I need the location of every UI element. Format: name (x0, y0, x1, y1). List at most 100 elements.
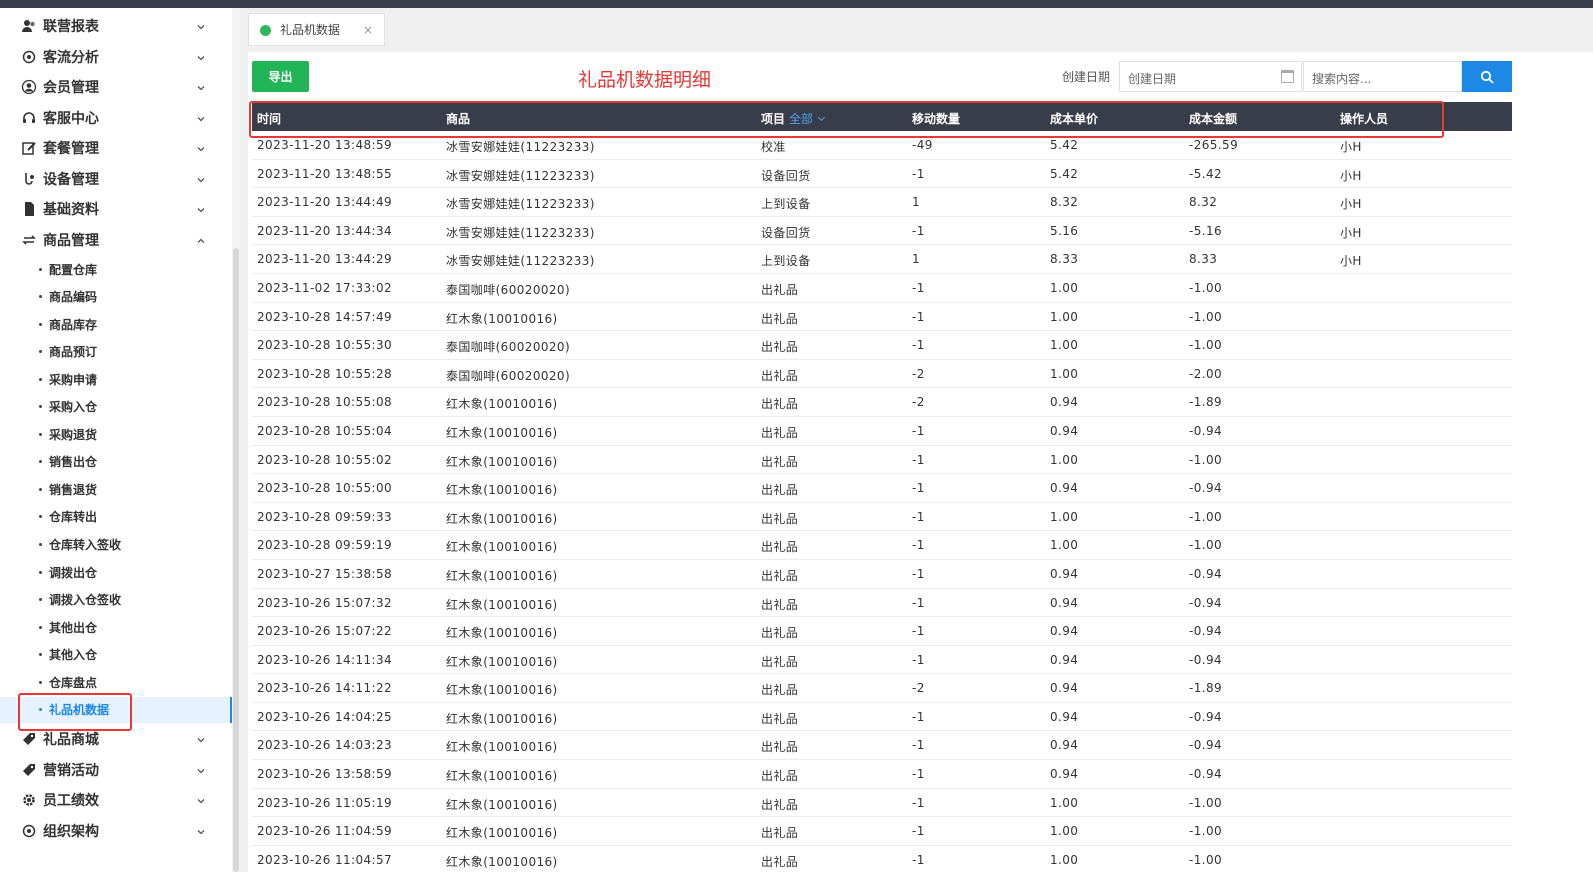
tab-gift-machine-data[interactable]: 礼品机数据 × (248, 13, 385, 46)
table-row[interactable]: 2023-10-26 14:11:34 红木象(10010016) 出礼品 -1 0.9… (252, 646, 1512, 675)
bullet-icon (39, 295, 42, 299)
cell-operator: 小H (1340, 225, 1362, 240)
sidebar-group[interactable]: 营销活动 (0, 755, 232, 785)
cell-time: 2023-10-26 11:05:19 (257, 795, 393, 810)
cell-time: 2023-11-20 13:48:59 (257, 138, 393, 152)
table-row[interactable]: 2023-10-28 10:55:04 红木象(10010016) 出礼品 -1 0.9… (252, 417, 1512, 446)
table-row[interactable]: 2023-10-28 10:55:28 泰国咖啡(60020020) 出礼品 -2 1.… (252, 360, 1512, 389)
search-button[interactable] (1462, 61, 1512, 92)
sidebar-group[interactable]: 联营报表 (0, 11, 232, 41)
sidebar-sub-item[interactable]: 调拨出仓 (0, 559, 232, 585)
table-row[interactable]: 2023-10-26 15:07:32 红木象(10010016) 出礼品 -1 0.9… (252, 589, 1512, 618)
export-button[interactable]: 导出 (252, 61, 309, 92)
table-row[interactable]: 2023-10-26 14:04:25 红木象(10010016) 出礼品 -1 0.9… (252, 703, 1512, 732)
sidebar: 联营报表 客流分析 会员管理 客服中心 套餐管理 设备管理 基础资料 商品管理 … (0, 8, 232, 872)
table-row[interactable]: 2023-10-28 14:57:49 红木象(10010016) 出礼品 -1 1.0… (252, 303, 1512, 332)
sidebar-sub-item[interactable]: 采购退货 (0, 421, 232, 447)
table-row[interactable]: 2023-10-26 11:04:57 红木象(10010016) 出礼品 -1 1.0… (252, 846, 1512, 872)
table-row[interactable]: 2023-11-20 13:48:59 冰雪安娜娃娃(11223233) 校准 -49… (252, 131, 1512, 160)
sidebar-sub-item[interactable]: 商品库存 (0, 311, 232, 337)
cell-unit-cost: 0.94 (1050, 652, 1079, 667)
table-row[interactable]: 2023-10-27 15:38:58 红木象(10010016) 出礼品 -1 0.9… (252, 560, 1512, 589)
sidebar-sub-item[interactable]: 其他入仓 (0, 642, 232, 668)
table-row[interactable]: 2023-10-28 09:59:33 红木象(10010016) 出礼品 -1 1.0… (252, 503, 1512, 532)
sidebar-sub-item[interactable]: 商品编码 (0, 284, 232, 310)
date-field[interactable]: 创建日期 (1119, 61, 1302, 92)
sidebar-group[interactable]: 设备管理 (0, 164, 232, 194)
cell-total-cost: -265.59 (1189, 138, 1239, 152)
bullet-icon (39, 680, 42, 684)
cell-product: 冰雪安娜娃娃(11223233) (446, 168, 595, 183)
table-row[interactable]: 2023-11-20 13:44:29 冰雪安娜娃娃(11223233) 上到设备 1… (252, 245, 1512, 274)
search-input[interactable]: 搜索内容... (1303, 61, 1462, 92)
sidebar-sub-item[interactable]: 调拨入仓签收 (0, 587, 232, 613)
sidebar-sub-item[interactable]: 配置仓库 (0, 256, 232, 282)
sidebar-sub-item[interactable]: 礼品机数据 (0, 696, 232, 723)
column-header-product[interactable]: 商品 (446, 110, 470, 127)
date-filter-label: 创建日期 (1062, 70, 1111, 84)
table-row[interactable]: 2023-10-26 11:04:59 红木象(10010016) 出礼品 -1 1.0… (252, 817, 1512, 846)
table-row[interactable]: 2023-11-20 13:48:55 冰雪安娜娃娃(11223233) 设备回货 -… (252, 160, 1512, 189)
sidebar-sub-item[interactable]: 仓库转入签收 (0, 532, 232, 558)
table-row[interactable]: 2023-10-28 10:55:00 红木象(10010016) 出礼品 -1 0.9… (252, 474, 1512, 503)
tag-icon (21, 762, 37, 778)
sidebar-group[interactable]: 会员管理 (0, 72, 232, 102)
cell-product: 红木象(10010016) (446, 425, 558, 440)
sidebar-sub-item[interactable]: 商品预订 (0, 339, 232, 365)
cell-product: 红木象(10010016) (446, 511, 558, 526)
cell-project: 出礼品 (761, 797, 799, 812)
sidebar-scrollbar[interactable] (232, 8, 240, 872)
column-header-project[interactable]: 项目 全部 (761, 110, 826, 127)
chevron-down-icon[interactable] (817, 113, 826, 122)
sidebar-sub-item[interactable]: 仓库转出 (0, 504, 232, 530)
close-icon[interactable]: × (363, 23, 373, 37)
cell-total-cost: -1.00 (1189, 338, 1223, 353)
sidebar-sub-item[interactable]: 采购入仓 (0, 394, 232, 420)
sidebar-sub-item[interactable]: 采购申请 (0, 366, 232, 392)
cell-unit-cost: 1.00 (1050, 338, 1079, 353)
swap-icon (21, 232, 37, 248)
table-row[interactable]: 2023-10-26 13:58:59 红木象(10010016) 出礼品 -1 0.9… (252, 760, 1512, 789)
table-row[interactable]: 2023-10-26 11:05:19 红木象(10010016) 出礼品 -1 1.0… (252, 789, 1512, 818)
cell-product: 红木象(10010016) (446, 568, 558, 583)
bullet-icon (39, 515, 42, 519)
column-header-total-cost[interactable]: 成本金额 (1189, 110, 1237, 127)
sidebar-group[interactable]: 基础资料 (0, 194, 232, 224)
sidebar-group[interactable]: 员工绩效 (0, 785, 232, 815)
table-row[interactable]: 2023-10-28 10:55:30 泰国咖啡(60020020) 出礼品 -1 1.… (252, 331, 1512, 360)
sidebar-group[interactable]: 商品管理 (0, 225, 232, 255)
scroll-thumb[interactable] (233, 248, 239, 872)
project-filter-dropdown[interactable]: 全部 (789, 112, 813, 126)
table-row[interactable]: 2023-10-28 10:55:02 红木象(10010016) 出礼品 -1 1.0… (252, 446, 1512, 475)
sidebar-sub-item[interactable]: 销售出仓 (0, 449, 232, 475)
sidebar-group[interactable]: 礼品商城 (0, 724, 232, 754)
table-row[interactable]: 2023-11-02 17:33:02 泰国咖啡(60020020) 出礼品 -1 1.… (252, 274, 1512, 303)
bullet-icon (39, 543, 42, 546)
sidebar-group[interactable]: 客服中心 (0, 103, 232, 133)
table-row[interactable]: 2023-11-20 13:44:49 冰雪安娜娃娃(11223233) 上到设备 1… (252, 188, 1512, 217)
sidebar-sub-item[interactable]: 其他出仓 (0, 614, 232, 640)
sidebar-sub-item[interactable]: 销售退货 (0, 476, 232, 502)
sidebar-group-label: 联营报表 (43, 19, 99, 35)
table-row[interactable]: 2023-10-26 15:07:22 红木象(10010016) 出礼品 -1 0.9… (252, 617, 1512, 646)
cell-quantity: -1 (912, 709, 925, 724)
tab-status-dot (260, 25, 271, 36)
bullet-icon (39, 653, 42, 657)
column-header-time[interactable]: 时间 (257, 110, 281, 127)
chevron-down-icon (196, 204, 206, 214)
sidebar-sub-item-label: 采购入仓 (49, 400, 98, 415)
sidebar-group[interactable]: 套餐管理 (0, 133, 232, 163)
bullet-icon (39, 322, 42, 326)
sidebar-sub-item[interactable]: 仓库盘点 (0, 669, 232, 695)
column-header-quantity[interactable]: 移动数量 (912, 110, 960, 127)
table-row[interactable]: 2023-10-28 10:55:08 红木象(10010016) 出礼品 -2 0.9… (252, 388, 1512, 417)
table-row[interactable]: 2023-11-20 13:44:34 冰雪安娜娃娃(11223233) 设备回货 -… (252, 217, 1512, 246)
table-row[interactable]: 2023-10-26 14:11:22 红木象(10010016) 出礼品 -2 0.9… (252, 674, 1512, 703)
table-row[interactable]: 2023-10-28 09:59:19 红木象(10010016) 出礼品 -1 1.0… (252, 531, 1512, 560)
sidebar-group[interactable]: 组织架构 (0, 816, 232, 846)
table-row[interactable]: 2023-10-26 14:03:23 红木象(10010016) 出礼品 -1 0.9… (252, 731, 1512, 761)
sidebar-group[interactable]: 客流分析 (0, 42, 232, 72)
device-icon (21, 171, 37, 187)
column-header-unit-cost[interactable]: 成本单价 (1050, 110, 1098, 127)
column-header-operator[interactable]: 操作人员 (1340, 110, 1388, 127)
